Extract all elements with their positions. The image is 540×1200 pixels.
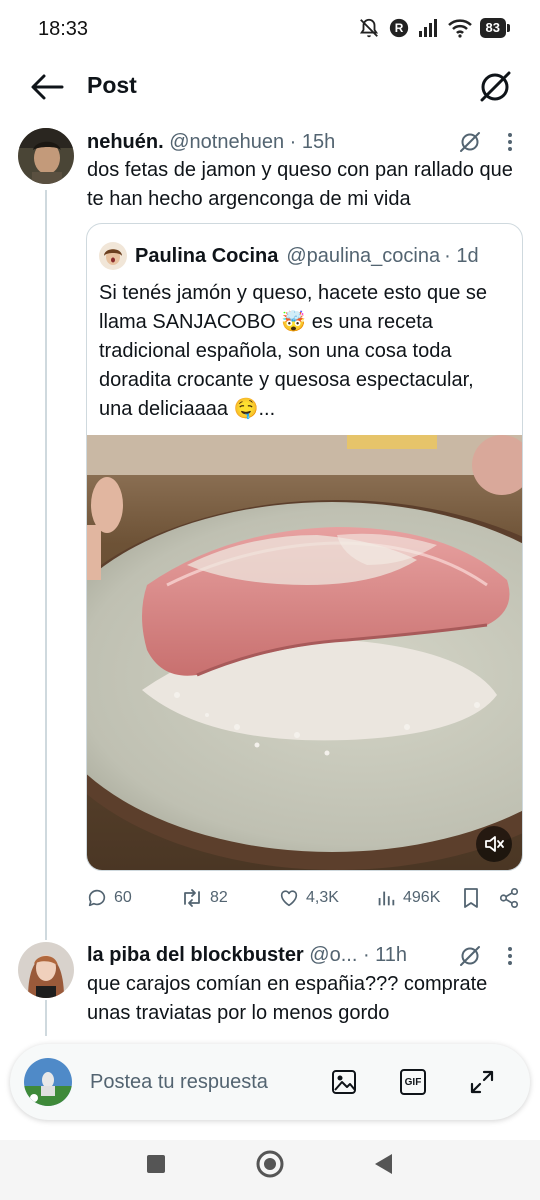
top-app-bar: Post <box>0 60 540 114</box>
repost-button[interactable]: 82 <box>180 880 228 916</box>
status-time: 18:33 <box>38 18 89 40</box>
signal-icon <box>418 19 437 37</box>
system-navigation-bar <box>0 1140 540 1200</box>
author-handle[interactable]: @o... <box>309 944 357 966</box>
views-count: 496K <box>403 889 441 906</box>
battery-indicator: 83 <box>479 18 511 38</box>
quoted-post-card[interactable]: Paulina Cocina @paulina_cocina · 1d Si t… <box>86 223 523 871</box>
reply-button[interactable]: 60 <box>86 880 132 916</box>
tweet-text: que carajos comían en españia??? comprat… <box>87 973 488 1024</box>
reply-composer-area: Postea tu respuesta GIF <box>0 1036 540 1136</box>
reply-input[interactable]: Postea tu respuesta <box>90 1071 268 1094</box>
thread-connector-line <box>45 1000 47 1040</box>
like-count: 4,3K <box>306 889 339 906</box>
reply-count: 60 <box>114 889 132 906</box>
volume-muted-icon <box>485 836 504 852</box>
post-time: · 15h <box>289 131 336 153</box>
quoted-post-text: Si tenés jamón y queso, hacete esto que … <box>99 282 488 420</box>
grok-icon[interactable] <box>458 130 482 154</box>
views-icon <box>378 891 395 906</box>
page-title: Post <box>87 72 137 98</box>
author-name[interactable]: la piba del blockbuster <box>87 944 304 966</box>
avatar[interactable] <box>18 128 74 184</box>
mute-button[interactable] <box>476 826 512 862</box>
reply-composer[interactable]: Postea tu respuesta GIF <box>10 1044 530 1120</box>
status-icons: R 83 <box>358 17 511 39</box>
avatar <box>99 242 127 270</box>
video-media[interactable] <box>87 435 522 870</box>
author-handle[interactable]: @notnehuen <box>169 131 284 153</box>
post-actions: 60 82 4,3K 496K <box>86 880 526 916</box>
quoted-author-handle: @paulina_cocina <box>286 244 441 267</box>
status-bar: 18:33 R 83 <box>0 0 540 60</box>
grok-icon[interactable] <box>476 68 514 106</box>
repost-icon <box>184 889 200 907</box>
like-button[interactable]: 4,3K <box>278 880 339 916</box>
gif-button[interactable]: GIF <box>400 1069 426 1095</box>
more-options-icon[interactable] <box>502 944 518 968</box>
grok-icon[interactable] <box>458 944 482 968</box>
tweet-header: la piba del blockbuster @o... · 11h <box>87 944 407 967</box>
home-icon[interactable] <box>255 1149 285 1179</box>
repost-count: 82 <box>210 889 228 906</box>
notifications-muted-icon <box>359 18 378 38</box>
more-options-icon[interactable] <box>502 130 518 154</box>
reply-icon <box>88 889 106 907</box>
share-icon[interactable] <box>498 887 520 909</box>
bookmark-icon[interactable] <box>461 887 481 909</box>
author-name[interactable]: nehuén. <box>87 131 164 153</box>
gif-label: GIF <box>404 1076 422 1088</box>
avatar[interactable] <box>18 942 74 998</box>
image-icon[interactable] <box>330 1068 358 1096</box>
recents-icon[interactable] <box>146 1154 166 1174</box>
tweet-header: nehuén. @notnehuen · 15h <box>87 131 335 154</box>
tweet-text: dos fetas de jamon y queso con pan ralla… <box>87 159 513 210</box>
avatar <box>24 1058 72 1106</box>
wifi-icon <box>447 19 472 38</box>
thread-connector-line <box>45 190 47 940</box>
svg-text:R: R <box>394 21 403 35</box>
quoted-post-time: · 1d <box>444 244 479 267</box>
post-time: · 11h <box>362 944 408 966</box>
back-arrow-icon[interactable] <box>28 72 64 102</box>
quoted-author-name: Paulina Cocina <box>135 244 279 267</box>
r-badge-icon: R <box>389 18 408 38</box>
system-back-icon[interactable] <box>372 1152 394 1176</box>
expand-icon[interactable] <box>468 1068 496 1096</box>
views-button[interactable]: 496K <box>375 880 440 916</box>
heart-icon <box>280 890 298 907</box>
quoted-post-header: Paulina Cocina @paulina_cocina · 1d <box>99 242 479 270</box>
